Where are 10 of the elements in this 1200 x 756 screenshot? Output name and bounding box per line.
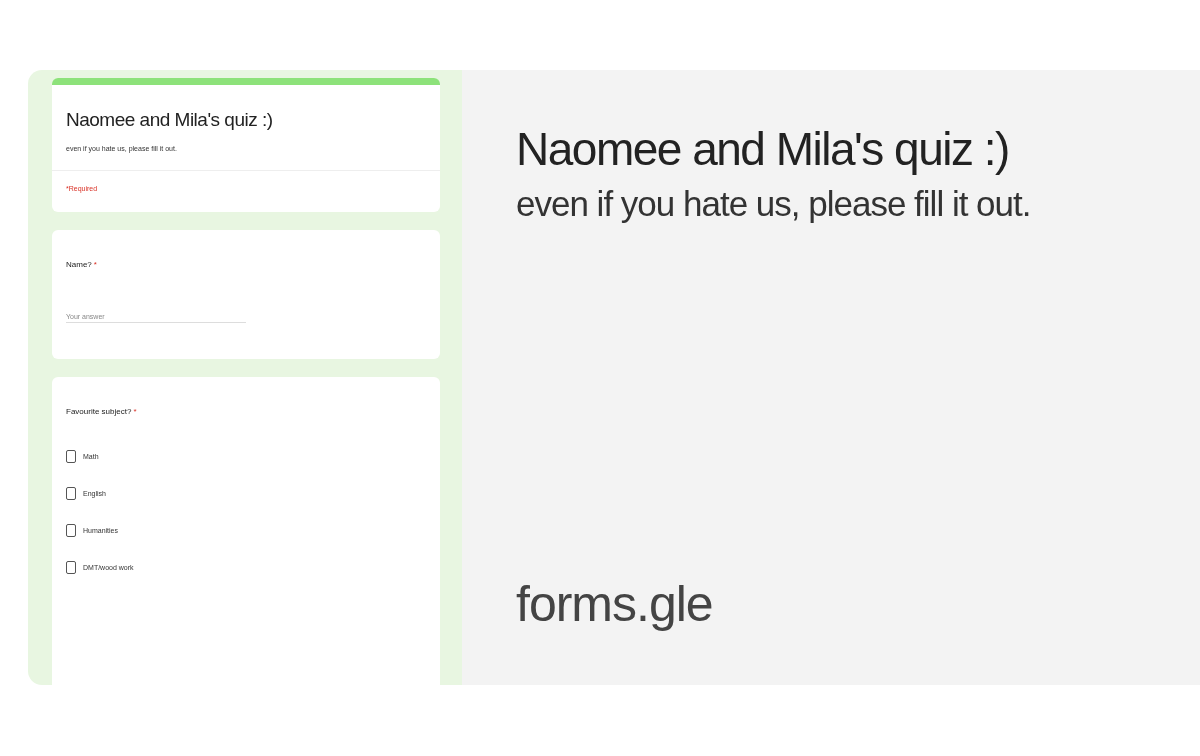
question-label: Favourite subject? * [66, 407, 138, 416]
preview-domain: forms.gle [516, 575, 714, 633]
checkbox[interactable] [66, 450, 76, 463]
checkbox[interactable] [66, 524, 76, 537]
checkbox[interactable] [66, 487, 76, 500]
form-title: Naomee and Mila's quiz :) [65, 108, 274, 131]
preview-title: Naomee and Mila's quiz :) [516, 122, 1010, 176]
question-label: Name? * [66, 260, 98, 269]
preview-description: even if you hate us, please fill it out. [516, 184, 1032, 224]
checkbox[interactable] [66, 561, 76, 574]
